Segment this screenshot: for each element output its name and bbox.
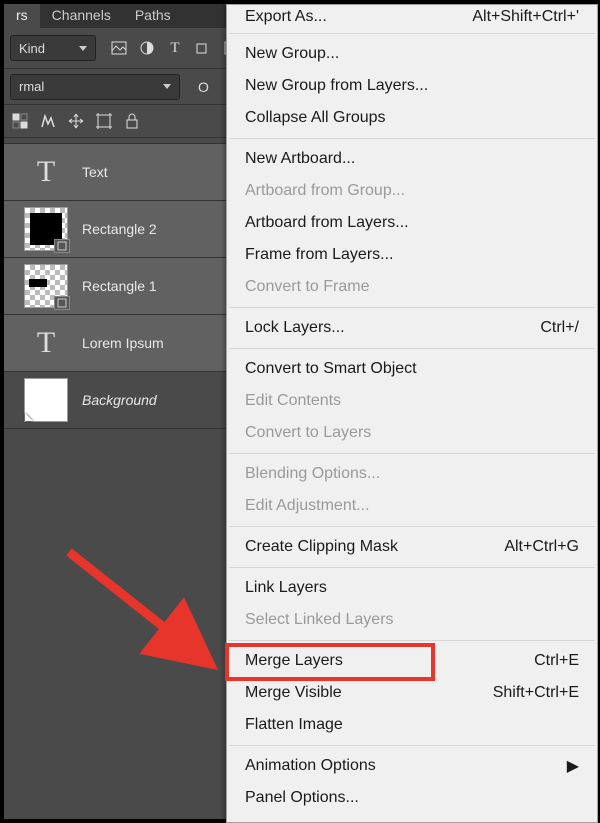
opacity-label: O <box>198 79 209 95</box>
menu-item-label: Create Clipping Mask <box>245 538 398 556</box>
menu-separator <box>229 307 595 308</box>
adjust-filter-icon[interactable] <box>136 37 158 59</box>
menu-item-label: Convert to Layers <box>245 424 371 442</box>
menu-item-convert-to-frame: Convert to Frame <box>227 271 597 303</box>
blend-mode-label: rmal <box>19 79 44 94</box>
tab-layers[interactable]: rs <box>4 4 40 28</box>
menu-item-merge-layers[interactable]: Merge Layers Ctrl+E <box>227 645 597 677</box>
layer-name: Text <box>82 164 108 180</box>
menu-separator <box>229 453 595 454</box>
tab-paths[interactable]: Paths <box>123 4 183 28</box>
menu-item-label: Artboard from Layers... <box>245 214 409 232</box>
menu-item-new-artboard[interactable]: New Artboard... <box>227 143 597 175</box>
text-layer-icon: T <box>24 150 68 194</box>
filter-kind-label: Kind <box>19 41 45 56</box>
chevron-down-icon <box>79 46 87 51</box>
menu-item-blending-options: Blending Options... <box>227 458 597 490</box>
lock-position-icon[interactable] <box>64 109 88 133</box>
menu-item-shortcut: Shift+Ctrl+E <box>493 684 579 702</box>
menu-item-label: Frame from Layers... <box>245 246 393 264</box>
filter-icons: T <box>108 37 242 59</box>
menu-item-label: Edit Contents <box>245 392 341 410</box>
tab-channels[interactable]: Channels <box>40 4 123 28</box>
layer-thumbnail <box>24 264 68 308</box>
menu-item-label: New Group from Layers... <box>245 77 428 95</box>
lock-artboard-icon[interactable] <box>92 109 116 133</box>
menu-item-panel-options[interactable]: Panel Options... <box>227 782 597 814</box>
lock-transparency-icon[interactable] <box>8 109 32 133</box>
menu-item-shortcut: Ctrl+/ <box>540 319 579 337</box>
menu-separator <box>229 567 595 568</box>
menu-separator <box>229 640 595 641</box>
shape-filter-icon[interactable] <box>192 37 214 59</box>
lock-image-icon[interactable] <box>36 109 60 133</box>
menu-item-collapse-all-groups[interactable]: Collapse All Groups <box>227 102 597 134</box>
menu-item-convert-to-layers: Convert to Layers <box>227 417 597 449</box>
filter-kind-dropdown[interactable]: Kind <box>10 35 96 61</box>
menu-item-export-as[interactable]: Export As... Alt+Shift+Ctrl+' <box>227 5 597 29</box>
menu-item-convert-to-smart-object[interactable]: Convert to Smart Object <box>227 353 597 385</box>
menu-item-label: Flatten Image <box>245 716 343 734</box>
menu-separator <box>229 33 595 34</box>
menu-item-flatten-image[interactable]: Flatten Image <box>227 709 597 741</box>
menu-separator <box>229 526 595 527</box>
menu-item-label: Convert to Frame <box>245 278 369 296</box>
layer-name: Rectangle 2 <box>82 221 157 237</box>
menu-item-label: Edit Adjustment... <box>245 497 370 515</box>
image-filter-icon[interactable] <box>108 37 130 59</box>
menu-item-new-group[interactable]: New Group... <box>227 38 597 70</box>
menu-item-label: New Artboard... <box>245 150 355 168</box>
layer-thumbnail <box>24 207 68 251</box>
menu-item-edit-adjustment: Edit Adjustment... <box>227 490 597 522</box>
layer-name: Rectangle 1 <box>82 278 157 294</box>
menu-item-label: Animation Options <box>245 757 376 775</box>
menu-item-label: Lock Layers... <box>245 319 345 337</box>
menu-item-create-clipping-mask[interactable]: Create Clipping Mask Alt+Ctrl+G <box>227 531 597 563</box>
menu-item-new-group-from-layers[interactable]: New Group from Layers... <box>227 70 597 102</box>
chevron-down-icon <box>163 84 171 89</box>
menu-separator <box>229 745 595 746</box>
menu-item-artboard-from-layers[interactable]: Artboard from Layers... <box>227 207 597 239</box>
menu-item-edit-contents: Edit Contents <box>227 385 597 417</box>
menu-item-shortcut: ▶ <box>567 756 579 776</box>
blend-mode-dropdown[interactable]: rmal <box>10 74 180 100</box>
menu-item-shortcut: Ctrl+E <box>534 652 579 670</box>
menu-item-label: Panel Options... <box>245 789 359 807</box>
menu-item-label: Merge Visible <box>245 684 342 702</box>
lock-all-icon[interactable] <box>120 109 144 133</box>
menu-item-artboard-from-group: Artboard from Group... <box>227 175 597 207</box>
menu-item-label: Merge Layers <box>245 652 343 670</box>
menu-item-link-layers[interactable]: Link Layers <box>227 572 597 604</box>
layer-name: Background <box>82 392 157 408</box>
menu-separator <box>229 138 595 139</box>
menu-item-select-linked-layers: Select Linked Layers <box>227 604 597 636</box>
layers-context-menu: Export As... Alt+Shift+Ctrl+' New Group...… <box>226 4 598 823</box>
layer-name: Lorem Ipsum <box>82 335 164 351</box>
menu-item-label: Export As... <box>245 8 327 26</box>
menu-item-animation-options[interactable]: Animation Options ▶ <box>227 750 597 782</box>
menu-item-label: Link Layers <box>245 579 327 597</box>
menu-item-label: New Group... <box>245 45 339 63</box>
menu-item-label: Select Linked Layers <box>245 611 394 629</box>
menu-item-label: Collapse All Groups <box>245 109 386 127</box>
layer-thumbnail <box>24 378 68 422</box>
menu-item-shortcut: Alt+Shift+Ctrl+' <box>472 8 579 26</box>
menu-item-merge-visible[interactable]: Merge Visible Shift+Ctrl+E <box>227 677 597 709</box>
menu-item-label: Convert to Smart Object <box>245 360 417 378</box>
menu-item-label: Artboard from Group... <box>245 182 405 200</box>
text-layer-icon: T <box>24 321 68 365</box>
menu-item-shortcut: Alt+Ctrl+G <box>504 538 579 556</box>
menu-item-frame-from-layers[interactable]: Frame from Layers... <box>227 239 597 271</box>
menu-separator <box>229 348 595 349</box>
menu-item-lock-layers[interactable]: Lock Layers... Ctrl+/ <box>227 312 597 344</box>
text-filter-icon[interactable]: T <box>164 37 186 59</box>
menu-item-label: Blending Options... <box>245 465 380 483</box>
